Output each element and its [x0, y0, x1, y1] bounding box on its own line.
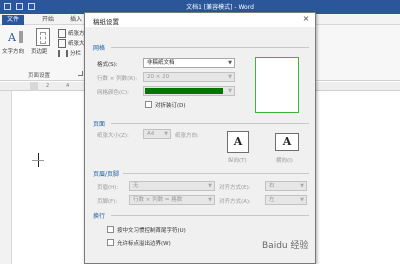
- chevron-down-icon: ▼: [228, 60, 232, 66]
- tab-file[interactable]: 文件: [2, 15, 24, 25]
- chevron-down-icon: ▼: [300, 197, 304, 203]
- landscape-button[interactable]: A: [275, 133, 299, 151]
- chevron-down-icon: ▼: [208, 197, 212, 203]
- document-title: 文档1 [兼容模式] - Word: [186, 4, 254, 11]
- punctuation-overflow-label: 允许标点溢出边界(W): [117, 241, 171, 247]
- dialog-launcher-icon[interactable]: [78, 71, 83, 76]
- fold-binding-label: 对折装订(D): [155, 103, 186, 109]
- chevron-down-icon: ▼: [208, 183, 212, 189]
- footer-align-label: 对齐方式(A):: [219, 199, 251, 205]
- chinese-rules-checkbox[interactable]: [107, 226, 114, 233]
- grid-color-swatch: [145, 88, 223, 94]
- orientation-icon: [58, 29, 66, 38]
- text-direction-icon[interactable]: A: [6, 29, 24, 45]
- grid-color-picker[interactable]: ▼: [143, 86, 235, 96]
- close-icon[interactable]: ×: [301, 14, 311, 24]
- grid-paper-dialog: 稿纸设置 × 网格 格式(S): 非稿纸文档 ▼ 行数 × 列数(R): 20 ×…: [84, 12, 316, 264]
- portrait-icon: A: [233, 135, 243, 148]
- chinese-rules-label: 按中文习惯控制首尾字符(U): [117, 228, 186, 234]
- landscape-icon: A: [282, 135, 292, 148]
- size-button[interactable]: 纸张大: [58, 39, 85, 48]
- section-divider: [111, 47, 309, 48]
- size-icon: [58, 39, 66, 48]
- columns-icon: [58, 50, 68, 57]
- tab-home[interactable]: 开始: [38, 15, 58, 25]
- vertical-ruler: [0, 91, 12, 264]
- columns-button[interactable]: 分栏: [58, 49, 81, 57]
- landscape-label: 横向(I): [276, 158, 293, 164]
- orientation-label: 纸张方向:: [175, 133, 199, 139]
- orientation-button[interactable]: 纸张方: [58, 29, 85, 38]
- margins-icon[interactable]: [36, 28, 50, 46]
- paper-size-label: 纸张大小(Z):: [97, 133, 129, 139]
- group-page-setup-label: 页面设置: [28, 73, 51, 79]
- header-footer-section-title: 页眉/页脚: [93, 171, 120, 178]
- format-label: 格式(S):: [97, 62, 118, 68]
- section-divider: [123, 173, 309, 174]
- footer-select[interactable]: 行数 × 列数 = 格数 ▼: [129, 195, 215, 205]
- section-divider: [111, 215, 309, 216]
- grid-preview: [255, 57, 299, 113]
- margins-button[interactable]: 页边距: [31, 47, 48, 55]
- portrait-label: 纵向(T): [228, 158, 247, 164]
- dialog-title: 稿纸设置: [93, 18, 119, 26]
- chevron-down-icon: ▼: [300, 183, 304, 189]
- portrait-button[interactable]: A: [227, 131, 249, 153]
- page-section-title: 页面: [93, 121, 106, 128]
- crop-mark: [32, 160, 44, 161]
- footer-align-select[interactable]: 左 ▼: [265, 195, 307, 205]
- header-select[interactable]: 无 ▼: [129, 181, 215, 191]
- watermark-logo: Baidu 经验: [262, 241, 309, 251]
- grid-color-label: 网格颜色(C):: [97, 90, 129, 96]
- footer-label: 页脚(F):: [97, 199, 118, 205]
- ruler-mark: 4: [66, 83, 70, 89]
- format-select[interactable]: 非稿纸文档 ▼: [143, 58, 235, 68]
- header-label: 页眉(H):: [97, 185, 119, 191]
- rows-cols-select[interactable]: 20 × 20 ▼: [143, 72, 235, 82]
- header-align-label: 对齐方式(E):: [219, 185, 251, 191]
- grid-section-title: 网格: [93, 45, 106, 52]
- undo-icon[interactable]: [28, 3, 35, 10]
- text-direction-button[interactable]: 文字方向: [2, 47, 24, 55]
- paper-size-select[interactable]: A4 ▼: [143, 129, 171, 139]
- dialog-titlebar: 稿纸设置 ×: [85, 13, 315, 27]
- rows-cols-label: 行数 × 列数(R):: [97, 76, 138, 82]
- tab-insert[interactable]: 插入: [66, 15, 86, 25]
- punctuation-overflow-checkbox[interactable]: [107, 239, 114, 246]
- word-app-icon: [4, 3, 11, 10]
- svg-text:A: A: [7, 31, 17, 44]
- chevron-down-icon: ▼: [164, 131, 168, 137]
- wrap-section-title: 换行: [93, 213, 106, 220]
- section-divider: [111, 123, 309, 124]
- fold-binding-checkbox[interactable]: [145, 101, 152, 108]
- header-align-select[interactable]: 右 ▼: [265, 181, 307, 191]
- ruler-margin: [30, 82, 38, 91]
- ruler-mark: 2: [46, 83, 50, 89]
- chevron-down-icon: ▼: [228, 74, 232, 80]
- save-icon[interactable]: [16, 3, 23, 10]
- chevron-down-icon: ▼: [228, 88, 232, 94]
